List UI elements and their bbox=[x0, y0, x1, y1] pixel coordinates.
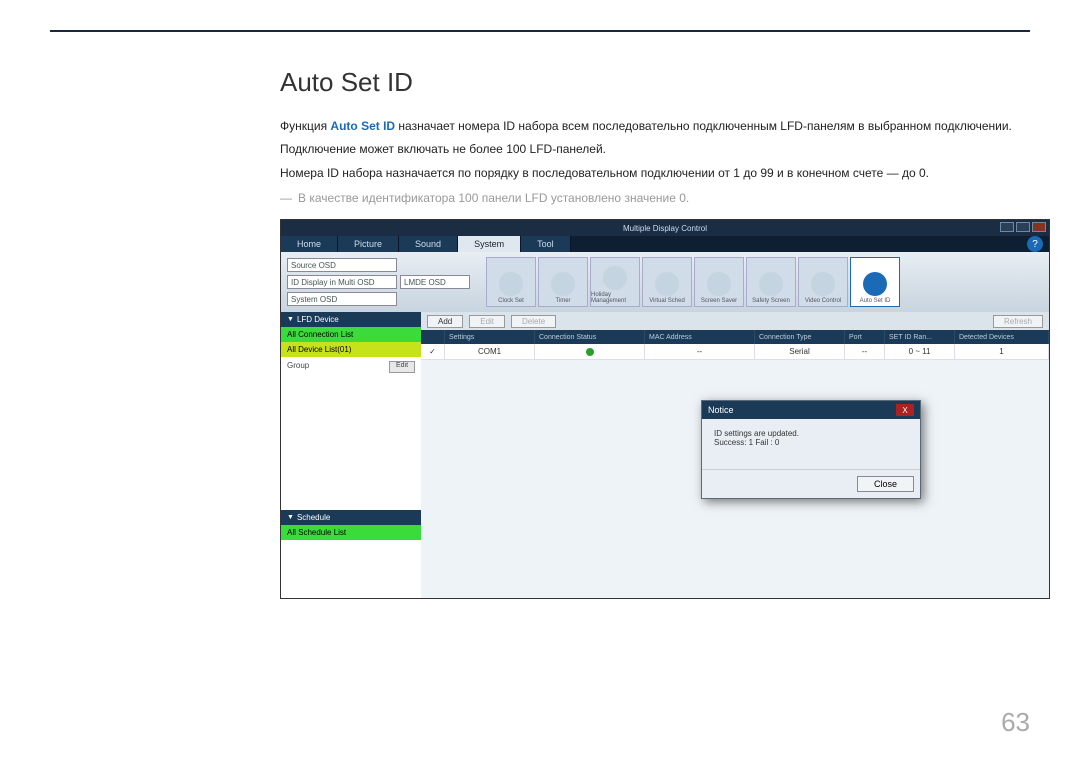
tab-system[interactable]: System bbox=[458, 236, 521, 252]
paragraph-1: Функция Auto Set ID назначает номера ID … bbox=[280, 116, 1020, 136]
dialog-titlebar: Notice X bbox=[702, 401, 920, 419]
cell-check[interactable]: ✓ bbox=[421, 344, 445, 360]
text: назначает номера ID набора всем последов… bbox=[395, 119, 1012, 133]
sub-toolbar: Add Edit Delete Refresh bbox=[421, 312, 1049, 330]
col-status: Connection Status bbox=[535, 330, 645, 344]
dialog-body: ID settings are updated. Success: 1 Fail… bbox=[702, 419, 920, 469]
id-display-select[interactable]: ID Display in Multi OSD bbox=[287, 275, 397, 289]
group-row[interactable]: Group Edit bbox=[281, 357, 421, 438]
window-controls bbox=[1000, 222, 1046, 232]
col-check bbox=[421, 330, 445, 344]
cell-range: 0 ~ 11 bbox=[885, 344, 955, 360]
ribbon-icons: Clock Set Timer Holiday Management Virtu… bbox=[486, 257, 900, 307]
text: Функция bbox=[280, 119, 330, 133]
tab-tool[interactable]: Tool bbox=[521, 236, 571, 252]
col-detected: Detected Devices bbox=[955, 330, 1049, 344]
holiday-icon[interactable]: Holiday Management bbox=[590, 257, 640, 307]
cell-status bbox=[535, 344, 645, 360]
minimize-button[interactable] bbox=[1000, 222, 1014, 232]
ribbon: Source OSD ID Display in Multi OSD LMDE … bbox=[281, 252, 1049, 312]
col-type: Connection Type bbox=[755, 330, 845, 344]
cell-type: Serial bbox=[755, 344, 845, 360]
schedule-header[interactable]: ▼Schedule bbox=[281, 510, 421, 525]
feature-name: Auto Set ID bbox=[330, 119, 395, 133]
app-screenshot: Multiple Display Control Home Picture So… bbox=[280, 219, 1050, 599]
chevron-down-icon: ▼ bbox=[287, 316, 294, 323]
maximize-button[interactable] bbox=[1016, 222, 1030, 232]
virtual-sched-icon[interactable]: Virtual Sched bbox=[642, 257, 692, 307]
cell-port: -- bbox=[845, 344, 885, 360]
all-device-list[interactable]: All Device List(01) bbox=[281, 342, 421, 357]
safety-screen-icon[interactable]: Safety Screen bbox=[746, 257, 796, 307]
tab-home[interactable]: Home bbox=[281, 236, 338, 252]
table-header: Settings Connection Status MAC Address C… bbox=[421, 330, 1049, 344]
dialog-footer: Close bbox=[702, 469, 920, 498]
ribbon-selects: Source OSD ID Display in Multi OSD LMDE … bbox=[287, 258, 470, 306]
page-heading: Auto Set ID bbox=[280, 67, 1020, 98]
screen-saver-icon[interactable]: Screen Saver bbox=[694, 257, 744, 307]
edit-button[interactable]: Edit bbox=[469, 315, 505, 328]
table-row[interactable]: ✓ COM1 -- Serial -- 0 ~ 11 1 bbox=[421, 344, 1049, 360]
paragraph-2: Подключение может включать не более 100 … bbox=[280, 139, 1020, 159]
tab-bar: Home Picture Sound System Tool ? bbox=[281, 236, 1049, 252]
sidebar-spacer bbox=[281, 438, 421, 511]
sidebar-bottom bbox=[281, 540, 421, 599]
tab-picture[interactable]: Picture bbox=[338, 236, 399, 252]
col-settings: Settings bbox=[445, 330, 535, 344]
top-divider bbox=[50, 30, 1030, 32]
col-port: Port bbox=[845, 330, 885, 344]
lfd-device-header[interactable]: ▼LFD Device bbox=[281, 312, 421, 327]
dialog-line2: Success: 1 Fail : 0 bbox=[714, 438, 908, 447]
edit-button[interactable]: Edit bbox=[389, 361, 415, 373]
dialog-line1: ID settings are updated. bbox=[714, 429, 908, 438]
timer-icon[interactable]: Timer bbox=[538, 257, 588, 307]
cell-settings: COM1 bbox=[445, 344, 535, 360]
cell-mac: -- bbox=[645, 344, 755, 360]
app-body: ▼LFD Device All Connection List All Devi… bbox=[281, 312, 1049, 599]
page-number: 63 bbox=[1001, 707, 1030, 738]
dialog-close-button[interactable]: Close bbox=[857, 476, 914, 492]
col-mac: MAC Address bbox=[645, 330, 755, 344]
add-button[interactable]: Add bbox=[427, 315, 463, 328]
tab-sound[interactable]: Sound bbox=[399, 236, 458, 252]
help-icon[interactable]: ? bbox=[1027, 236, 1043, 252]
dialog-close-icon[interactable]: X bbox=[896, 404, 914, 416]
source-osd-select[interactable]: Source OSD bbox=[287, 258, 397, 272]
refresh-button[interactable]: Refresh bbox=[993, 315, 1043, 328]
auto-set-id-icon[interactable]: Auto Set ID bbox=[850, 257, 900, 307]
video-control-icon[interactable]: Video Control bbox=[798, 257, 848, 307]
group-label: Group bbox=[287, 361, 309, 434]
system-osd-select[interactable]: System OSD bbox=[287, 292, 397, 306]
chevron-down-icon: ▼ bbox=[287, 514, 294, 521]
close-button[interactable] bbox=[1032, 222, 1046, 232]
cell-detected: 1 bbox=[955, 344, 1049, 360]
paragraph-3: Номера ID набора назначается по порядку … bbox=[280, 163, 1020, 183]
app-title: Multiple Display Control bbox=[623, 224, 707, 233]
clock-set-icon[interactable]: Clock Set bbox=[486, 257, 536, 307]
col-range: SET ID Ran... bbox=[885, 330, 955, 344]
all-connection-list[interactable]: All Connection List bbox=[281, 327, 421, 342]
sidebar: ▼LFD Device All Connection List All Devi… bbox=[281, 312, 421, 599]
lmde-select[interactable]: LMDE OSD bbox=[400, 275, 470, 289]
dialog-title: Notice bbox=[708, 405, 734, 415]
status-dot-icon bbox=[586, 348, 594, 356]
title-bar: Multiple Display Control bbox=[281, 220, 1049, 236]
all-schedule-list[interactable]: All Schedule List bbox=[281, 525, 421, 540]
delete-button[interactable]: Delete bbox=[511, 315, 556, 328]
note: В качестве идентификатора 100 панели LFD… bbox=[298, 191, 1020, 205]
notice-dialog: Notice X ID settings are updated. Succes… bbox=[701, 400, 921, 499]
